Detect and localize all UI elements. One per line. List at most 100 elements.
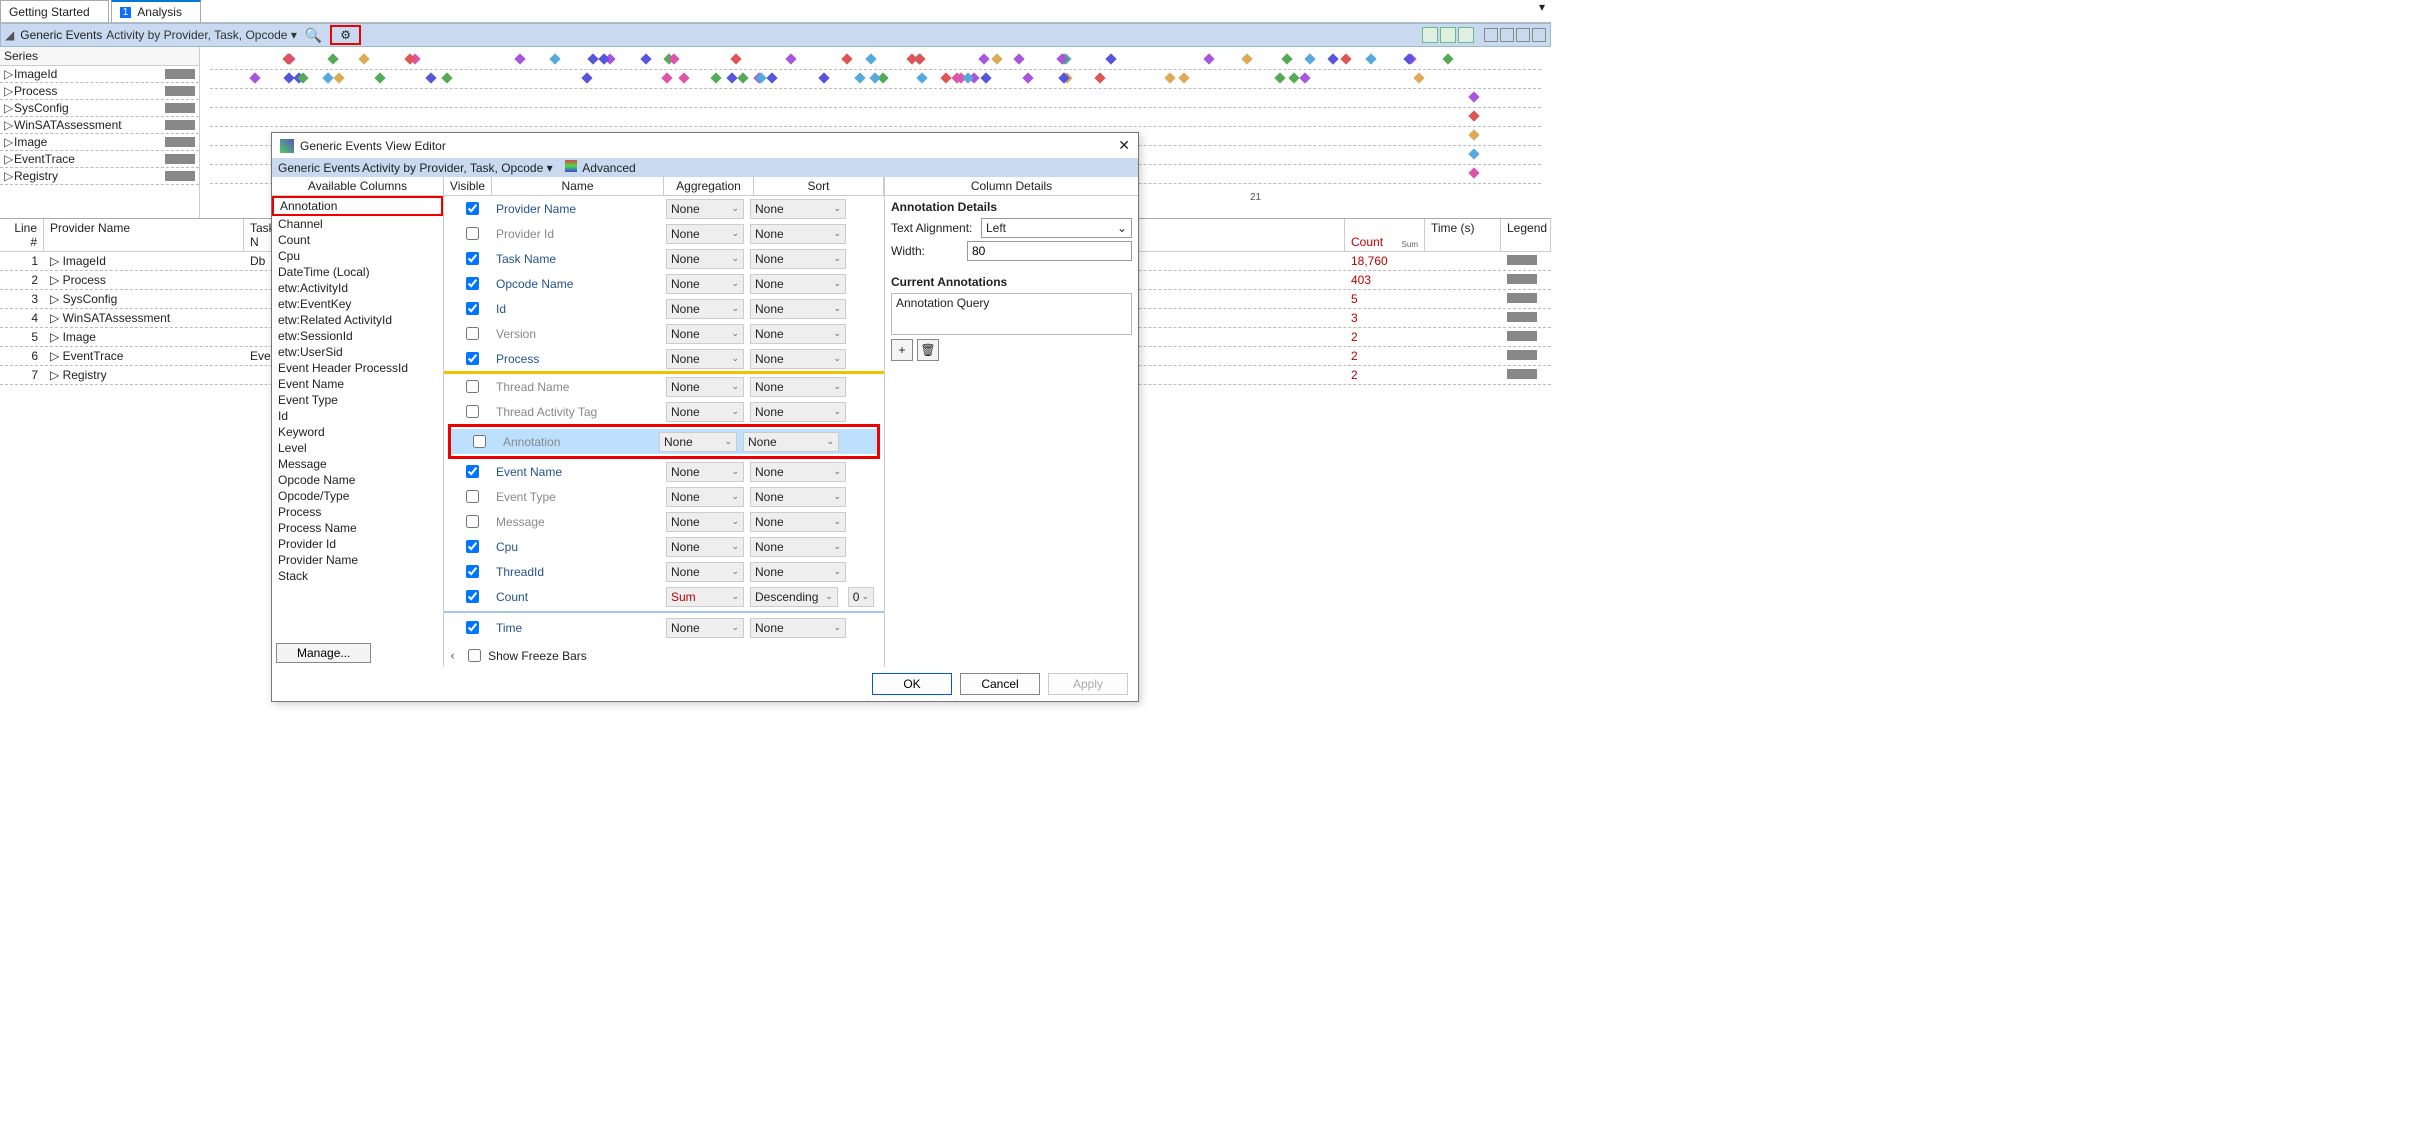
aggregation-select[interactable]: None⌄ [666, 462, 744, 482]
available-column-item[interactable]: Level [272, 440, 443, 456]
sort-select[interactable]: None⌄ [750, 199, 846, 219]
manage-button[interactable]: Manage... [276, 643, 371, 663]
sort-select[interactable]: None⌄ [750, 487, 846, 507]
visible-checkbox[interactable] [466, 252, 479, 265]
sub-preset-dropdown[interactable]: Activity by Provider, Task, Opcode ▾ [362, 161, 553, 175]
expand-icon[interactable]: ▷ [50, 368, 59, 382]
available-column-item[interactable]: Channel [272, 216, 443, 232]
available-column-item[interactable]: Cpu [272, 248, 443, 264]
visible-checkbox[interactable] [466, 465, 479, 478]
sort-select[interactable]: None⌄ [750, 562, 846, 582]
tab-overflow-button[interactable]: ▾ [1533, 0, 1551, 22]
visible-checkbox[interactable] [466, 202, 479, 215]
col-header-provider[interactable]: Provider Name [44, 219, 244, 251]
expand-icon[interactable]: ▷ [50, 311, 59, 325]
aggregation-select[interactable]: None⌄ [666, 487, 744, 507]
series-item[interactable]: ▷ImageId [0, 66, 199, 83]
column-row[interactable]: CpuNone⌄None⌄ [444, 534, 884, 559]
sort-select[interactable]: None⌄ [750, 512, 846, 532]
layout-graph-icon[interactable] [1440, 27, 1456, 43]
available-column-item[interactable]: etw:UserSid [272, 344, 443, 360]
annotations-list[interactable]: Annotation Query [891, 293, 1132, 335]
series-item[interactable]: ▷EventTrace [0, 151, 199, 168]
col-header-count[interactable]: Count Sum [1345, 219, 1425, 251]
available-column-item[interactable]: Annotation [272, 196, 443, 216]
width-input[interactable] [967, 241, 1132, 261]
available-column-item[interactable]: Count [272, 232, 443, 248]
column-row[interactable]: TimeNone⌄None⌄ [444, 615, 884, 640]
aggregation-select[interactable]: None⌄ [659, 432, 737, 452]
view-editor-button[interactable]: ⚙ [330, 25, 361, 45]
visible-checkbox[interactable] [466, 490, 479, 503]
visible-checkbox[interactable] [466, 327, 479, 340]
col-header-task[interactable]: Task N [244, 219, 272, 251]
visible-checkbox[interactable] [466, 277, 479, 290]
graph-source-label[interactable]: Generic Events [18, 28, 104, 42]
available-column-item[interactable]: Opcode Name [272, 472, 443, 488]
sort-select[interactable]: None⌄ [750, 349, 846, 369]
expand-icon[interactable]: ▷ [50, 254, 59, 268]
available-column-item[interactable]: etw:EventKey [272, 296, 443, 312]
column-row[interactable]: VersionNone⌄None⌄ [444, 321, 884, 346]
available-column-item[interactable]: etw:Related ActivityId [272, 312, 443, 328]
sort-select[interactable]: None⌄ [750, 324, 846, 344]
col-header-legend[interactable]: Legend [1501, 219, 1551, 251]
column-row[interactable]: Provider NameNone⌄None⌄ [444, 196, 884, 221]
column-row[interactable]: ThreadIdNone⌄None⌄ [444, 559, 884, 584]
column-row[interactable]: AnnotationNone⌄None⌄ [451, 429, 877, 454]
sort-select[interactable]: None⌄ [750, 249, 846, 269]
available-column-item[interactable]: etw:ActivityId [272, 280, 443, 296]
aggregation-select[interactable]: None⌄ [666, 537, 744, 557]
visible-checkbox[interactable] [466, 515, 479, 528]
visible-checkbox[interactable] [466, 302, 479, 315]
visible-checkbox[interactable] [466, 227, 479, 240]
layout-both-icon[interactable] [1422, 27, 1438, 43]
close-icon[interactable]: ✕ [1118, 137, 1130, 154]
aggregation-select[interactable]: Sum⌄ [666, 587, 744, 607]
series-item[interactable]: ▷Image [0, 134, 199, 151]
aggregation-select[interactable]: None⌄ [666, 274, 744, 294]
available-column-item[interactable]: Provider Id [272, 536, 443, 552]
aggregation-select[interactable]: None⌄ [666, 199, 744, 219]
column-row[interactable]: Task NameNone⌄None⌄ [444, 246, 884, 271]
window-close-icon[interactable] [1532, 28, 1546, 42]
window-restore-icon[interactable] [1516, 28, 1530, 42]
sort-select[interactable]: None⌄ [750, 377, 846, 397]
visible-checkbox[interactable] [466, 352, 479, 365]
column-row[interactable]: ProcessNone⌄None⌄ [444, 346, 884, 371]
aggregation-select[interactable]: None⌄ [666, 249, 744, 269]
column-row[interactable]: Opcode NameNone⌄None⌄ [444, 271, 884, 296]
sort-select[interactable]: None⌄ [750, 402, 846, 422]
column-row[interactable]: Provider IdNone⌄None⌄ [444, 221, 884, 246]
expand-icon[interactable]: ◢ [1, 28, 18, 42]
window-max-icon[interactable] [1500, 28, 1514, 42]
sort-select[interactable]: Descending⌄ [750, 587, 838, 607]
series-item[interactable]: ▷SysConfig [0, 100, 199, 117]
col-header-time[interactable]: Time (s) [1425, 219, 1501, 251]
expand-icon[interactable]: ▷ [50, 349, 59, 363]
column-row[interactable]: MessageNone⌄None⌄ [444, 509, 884, 534]
series-item[interactable]: ▷Registry [0, 168, 199, 185]
expand-icon[interactable]: ▷ [50, 273, 59, 287]
col-header-line[interactable]: Line # [0, 219, 44, 251]
expand-icon[interactable]: ▷ [50, 292, 59, 306]
visible-checkbox[interactable] [473, 435, 486, 448]
available-column-item[interactable]: Keyword [272, 424, 443, 440]
ok-button[interactable]: OK [872, 673, 952, 695]
delete-annotation-button[interactable]: 🗑 [917, 339, 939, 361]
visible-checkbox[interactable] [466, 590, 479, 603]
visible-checkbox[interactable] [466, 540, 479, 553]
tab-analysis[interactable]: 1 Analysis [111, 0, 201, 22]
tab-getting-started[interactable]: Getting Started [0, 0, 109, 22]
sort-select[interactable]: None⌄ [750, 462, 846, 482]
column-row[interactable]: CountSum⌄Descending⌄0⌄ [444, 584, 884, 609]
available-column-item[interactable]: Event Name [272, 376, 443, 392]
aggregation-select[interactable]: None⌄ [666, 377, 744, 397]
available-column-item[interactable]: Event Type [272, 392, 443, 408]
dialog-titlebar[interactable]: Generic Events View Editor ✕ [272, 133, 1138, 158]
column-row[interactable]: Event TypeNone⌄None⌄ [444, 484, 884, 509]
freeze-bars-checkbox[interactable] [468, 649, 481, 662]
series-item[interactable]: ▷Process [0, 83, 199, 100]
available-column-item[interactable]: etw:SessionId [272, 328, 443, 344]
sort-select[interactable]: None⌄ [750, 537, 846, 557]
